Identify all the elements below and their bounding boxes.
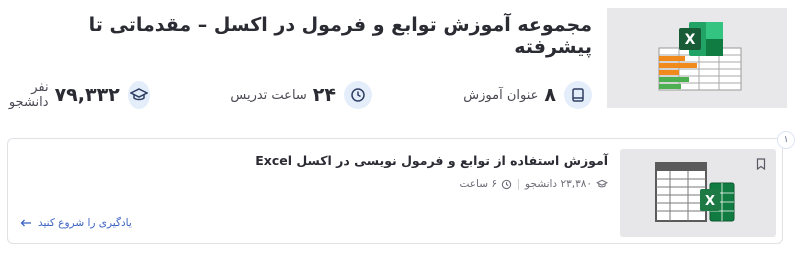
course-index-badge: ۱	[777, 131, 795, 149]
course-meta: ۲۳,۳۸۰ دانشجو ۶ ساعت	[459, 178, 608, 190]
students-label: نفر دانشجو	[8, 80, 49, 110]
course-hours: ۶ ساعت	[459, 178, 498, 190]
course-students: ۲۳,۳۸۰ دانشجو	[525, 178, 592, 190]
bookmark-icon[interactable]	[756, 155, 766, 174]
excel-grid-icon: X	[658, 22, 742, 91]
hours-count: ۲۴	[312, 84, 336, 106]
start-learning-label[interactable]: یادگیری را شروع کنید	[38, 217, 132, 229]
page-title: مجموعه آموزش توابع و فرمول در اکسل – مقد…	[88, 14, 592, 58]
hours-label: ساعت تدریس	[230, 87, 307, 103]
graduation-cap-icon	[596, 179, 608, 188]
clock-icon	[501, 179, 512, 189]
course-thumbnail[interactable]: X	[620, 149, 776, 237]
graduation-cap-icon	[127, 81, 150, 109]
start-learning-link[interactable]: یادگیری را شروع کنید	[20, 217, 132, 229]
course-set-thumbnail: X	[607, 8, 787, 108]
students-count: ۷۹,۳۳۲	[54, 84, 120, 106]
courses-count: ۸	[544, 84, 556, 106]
meta-divider	[518, 178, 520, 190]
stat-hours: ۲۴ ساعت تدریس	[230, 81, 372, 109]
stat-students: ۷۹,۳۳۲ نفر دانشجو	[0, 80, 150, 110]
svg-text:X: X	[685, 32, 696, 48]
arrow-left-icon	[20, 219, 31, 227]
course-title[interactable]: آموزش استفاده از توابع و فرمول نویسی در …	[128, 153, 608, 168]
clock-icon	[344, 81, 372, 109]
courses-label: عنوان آموزش	[463, 87, 539, 103]
excel-sheet-icon: X	[655, 162, 735, 222]
book-icon	[564, 81, 592, 109]
svg-text:X: X	[705, 194, 715, 209]
stat-courses: ۸ عنوان آموزش	[463, 81, 592, 109]
course-card[interactable]: X آموزش استفاده از توابع و فرمول نویسی د…	[7, 138, 783, 244]
